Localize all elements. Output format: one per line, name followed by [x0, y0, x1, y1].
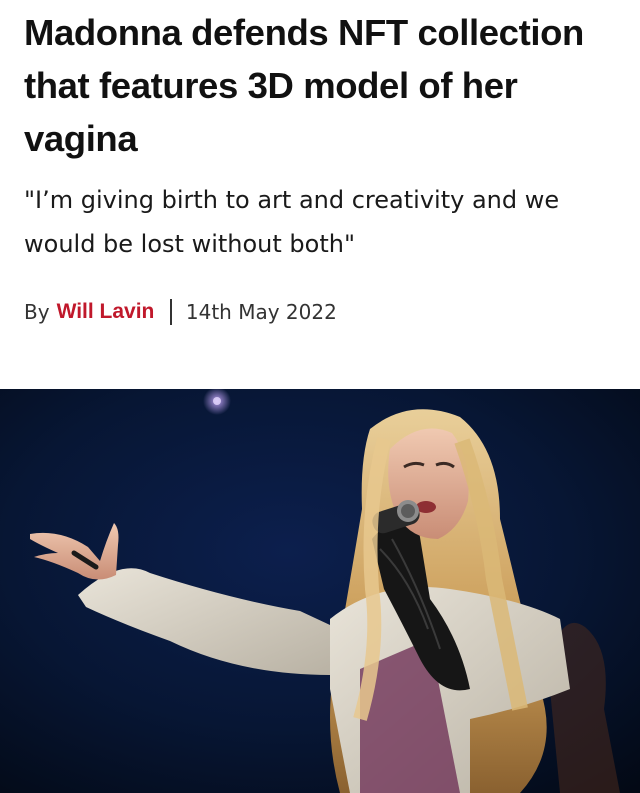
- byline: By Will Lavin 14th May 2022: [24, 296, 337, 328]
- author-link[interactable]: Will Lavin: [57, 300, 155, 324]
- hero-image: [0, 389, 640, 793]
- hero-photo-illustration: [0, 389, 640, 793]
- standfirst: "I’m giving birth to art and creativity …: [24, 186, 560, 258]
- byline-prefix: By: [24, 300, 50, 324]
- publish-date: 14th May 2022: [185, 300, 337, 324]
- headline: Madonna defends NFT collection that feat…: [24, 12, 584, 159]
- byline-divider: [170, 299, 172, 325]
- article: Madonna defends NFT collection that feat…: [0, 0, 640, 793]
